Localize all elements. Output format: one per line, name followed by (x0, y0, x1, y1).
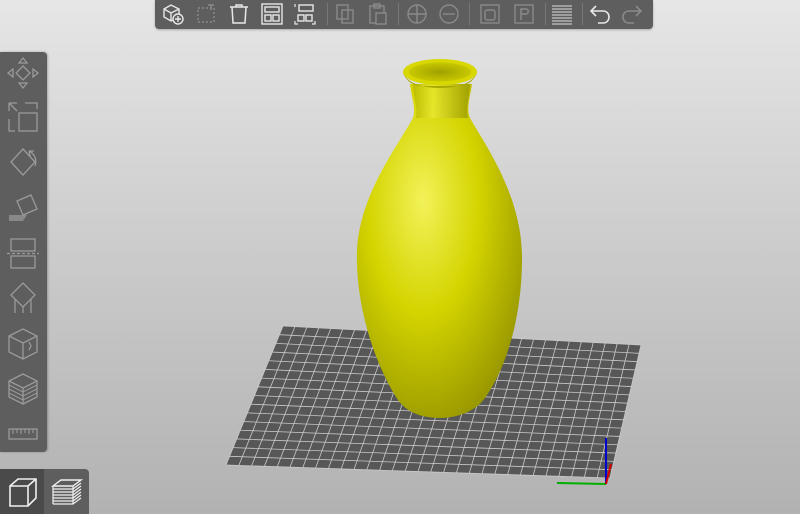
variable-layer-height-icon (8, 373, 38, 405)
vase-neck-highlight (413, 84, 470, 118)
seam-painting-button[interactable] (4, 325, 42, 363)
seam-painting-icon (8, 328, 38, 360)
split-parts-icon (514, 4, 534, 24)
view-switcher (0, 469, 89, 514)
top-toolbar (155, 0, 653, 29)
scale-button[interactable] (4, 98, 42, 136)
add-instance-icon (407, 4, 427, 24)
delete-all-icon (230, 4, 248, 24)
add-instance-button[interactable] (404, 1, 430, 27)
vase-model[interactable] (356, 59, 522, 418)
support-points-button[interactable] (4, 279, 42, 317)
undo-button[interactable] (587, 1, 613, 27)
remove-instance-icon (439, 4, 459, 24)
delete-icon (197, 4, 215, 23)
move-icon (6, 56, 40, 90)
toolbar-separator (398, 3, 399, 25)
redo-icon (622, 5, 643, 24)
remove-instance-button[interactable] (436, 1, 462, 27)
support-points-icon (10, 282, 36, 313)
add-button[interactable] (160, 1, 186, 27)
split-objects-button[interactable] (477, 1, 503, 27)
measure-icon (8, 428, 38, 440)
vase-mouth (409, 62, 471, 82)
delete-all-button[interactable] (226, 1, 252, 27)
toolbar-separator (545, 3, 546, 25)
undo-icon (589, 5, 610, 24)
rotate-icon (10, 148, 37, 176)
measure-button[interactable] (4, 414, 42, 452)
preview-button[interactable] (45, 469, 89, 514)
left-toolbar (0, 52, 47, 452)
layers-editing-button[interactable] (549, 1, 575, 27)
arrange-button[interactable] (259, 1, 285, 27)
3d-viewport[interactable] (0, 0, 800, 514)
preview-layers-icon (50, 478, 84, 505)
cut-button[interactable] (4, 234, 42, 272)
toolbar-separator (582, 3, 583, 25)
arrange-icon (261, 3, 283, 25)
copy-icon (336, 4, 354, 24)
move-button[interactable] (4, 54, 42, 92)
delete-button[interactable] (193, 1, 219, 27)
add-object-icon (163, 4, 184, 25)
paste-button[interactable] (365, 1, 391, 27)
variable-layer-height-button[interactable] (4, 370, 42, 408)
redo-button[interactable] (619, 1, 645, 27)
split-parts-button[interactable] (511, 1, 537, 27)
cut-icon (7, 238, 39, 269)
3d-view-icon (9, 477, 37, 507)
3d-scene[interactable] (0, 0, 800, 514)
vase-body[interactable] (356, 84, 522, 418)
toolbar-separator (327, 3, 328, 25)
place-on-face-icon (9, 194, 38, 221)
copy-button[interactable] (332, 1, 358, 27)
scale-icon (8, 102, 38, 132)
rotate-button[interactable] (4, 143, 42, 181)
place-on-face-button[interactable] (4, 188, 42, 226)
3d-view-button[interactable] (0, 469, 44, 514)
paste-icon (369, 3, 387, 25)
split-objects-icon (480, 4, 500, 24)
layers-editing-icon (552, 5, 572, 25)
arrange-selection-button[interactable] (292, 1, 318, 27)
toolbar-separator (469, 3, 470, 25)
arrange-selection-icon (294, 4, 316, 25)
